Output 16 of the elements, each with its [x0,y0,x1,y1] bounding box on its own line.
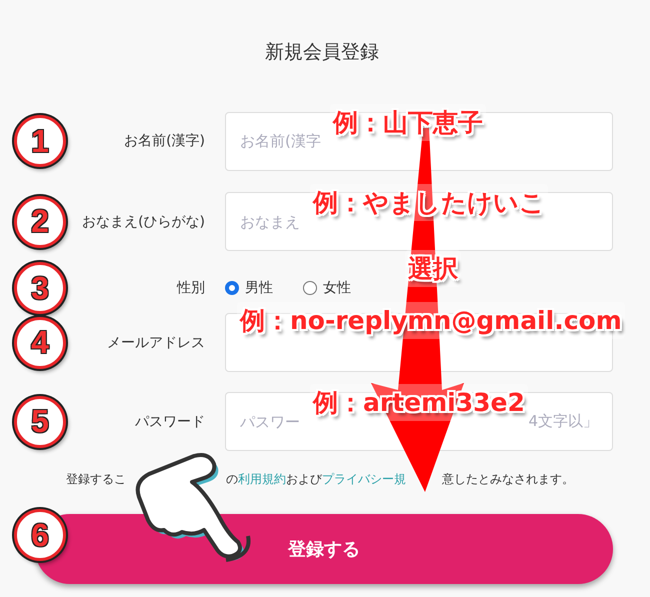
field-label: パスワード [135,412,205,430]
step-number: 1 [14,115,66,167]
field-label: メールアドレス [107,334,205,352]
terms-text: および [286,470,322,488]
field-label: お名前(漢字) [124,132,205,150]
terms-text: の [226,470,238,488]
page-title: 新規会員登録 [265,41,379,63]
step-number: 5 [14,396,66,448]
step-number: 6 [14,509,66,561]
step-number: 3 [14,262,66,314]
step-number: 2 [14,196,66,248]
terms-text: 登録するこ [66,470,126,488]
step-number: 4 [14,316,66,368]
field-label: おなまえ(ひらがな) [82,212,205,230]
field-label: 性別 [177,279,205,297]
terms-text: 意したとみなされます。 [442,470,574,488]
